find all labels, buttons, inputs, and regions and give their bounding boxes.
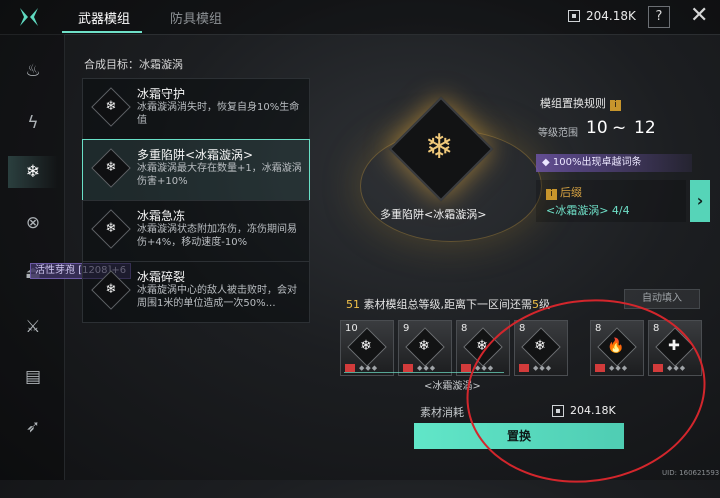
mod-card-multi-trap[interactable]: ❄ 多重陷阱<冰霜漩涡> 冰霜漩涡最大存在数量+1，冰霜漩涡伤害+10% [82, 139, 310, 201]
info-icon[interactable]: i [610, 100, 621, 111]
close-button[interactable]: ✕ [690, 5, 708, 27]
active-tab-underline [62, 31, 142, 33]
fire-icon[interactable]: ♨ [22, 60, 44, 82]
remove-material-button[interactable] [345, 364, 355, 372]
currency-display: 204.18K [568, 9, 636, 23]
game-logo-icon [18, 6, 40, 28]
suffix-progress: <冰霜漩涡> 4/4 [546, 204, 630, 217]
mod-name: 多重陷阱<冰霜漩涡> [137, 148, 254, 162]
suffix-title: i 后缀 [546, 184, 582, 200]
slot-level: 8 [461, 323, 468, 334]
level-range-min: 10 [586, 118, 608, 138]
result-mod-name: 多重陷阱<冰霜漩涡> [380, 208, 487, 221]
slot-level: 9 [403, 323, 410, 334]
chance-text: 100%出现卓越词条 [552, 157, 642, 168]
frost-mod-icon: ❄ [360, 338, 372, 354]
rules-title-text: 模组置换规则 [540, 97, 606, 110]
mod-name: 冰霜急冻 [137, 209, 186, 223]
tab-armor-mods[interactable]: 防具模组 [170, 8, 222, 27]
category-rail [0, 34, 65, 480]
mod-description: 冰霜旋涡中心的敌人被击败时，会对周围1米的单位造成一次50%… [137, 285, 297, 309]
excellent-affix-chance: ◆ 100%出现卓越词条 [536, 154, 692, 172]
user-id: UID: 160621593 [662, 469, 720, 477]
material-total-level: 51 [346, 298, 360, 311]
mod-name: 冰霜守护 [137, 87, 186, 101]
mod-name: 冰霜碎裂 [137, 270, 186, 284]
tab-weapon-mods[interactable]: 武器模组 [78, 8, 130, 27]
help-button[interactable]: ? [648, 6, 670, 28]
suffix-title-text: 后缀 [560, 186, 582, 199]
mod-description: 冰霜漩涡消失时，恢复自身10%生命值 [137, 102, 300, 126]
frost-mod-icon: ❄ [91, 148, 131, 188]
currency-value: 204.18K [586, 9, 636, 23]
material-slot[interactable]: 10 ❄ ◆◆◆ [340, 320, 394, 376]
remove-material-button[interactable] [403, 364, 413, 372]
target-icon[interactable]: ⊗ [22, 212, 44, 234]
next-arrow-button[interactable]: › [690, 180, 710, 222]
remove-material-button[interactable] [461, 364, 471, 372]
ammo-icon[interactable]: ▤ [22, 366, 44, 388]
snowflake-icon: ❄ [424, 127, 454, 167]
level-range-label: 等级范围 [538, 128, 578, 139]
frost-mod-icon: ❄ [91, 87, 131, 127]
frost-mod-icon: ❄ [418, 338, 430, 354]
swords-icon[interactable]: ⚔ [22, 316, 44, 338]
replace-rules-title: 模组置换规则 i [540, 95, 621, 111]
level-range-separator: ~ [612, 118, 627, 138]
synthesis-target-title: 合成目标：冰霜漩涡 [84, 58, 183, 71]
material-cost-label: 素材消耗 [420, 406, 464, 419]
level-range-max: 12 [634, 118, 656, 138]
lightning-icon[interactable]: ϟ [22, 112, 44, 134]
material-header-text: 素材模组总等级,距离下一区间还需 [363, 298, 533, 311]
material-slot[interactable]: 9 ❄ ◆◆◆ [398, 320, 452, 376]
material-level-header: 51 素材模组总等级,距离下一区间还需5级 [346, 296, 550, 312]
annotation-circle [454, 284, 718, 498]
mod-card-frost-guard[interactable]: ❄ 冰霜守护 冰霜漩涡消失时，恢复自身10%生命值 [82, 78, 310, 140]
frost-mod-icon: ❄ [91, 209, 131, 249]
arrow-icon[interactable]: ➶ [22, 416, 44, 438]
mod-card-frost-shatter[interactable]: ❄ 冰霜碎裂 冰霜旋涡中心的敌人被击败时，会对周围1米的单位造成一次50%… [82, 261, 310, 323]
slot-rarity-dots: ◆◆◆ [359, 364, 379, 372]
mod-card-frost-freeze[interactable]: ❄ 冰霜急冻 冰霜漩涡状态附加冻伤，冻伤期间易伤+4%，移动速度-10% [82, 200, 310, 262]
suffix-info-icon[interactable]: i [546, 189, 557, 200]
currency-icon [568, 10, 580, 22]
mod-description: 冰霜漩涡最大存在数量+1，冰霜漩涡伤害+10% [137, 163, 302, 187]
frost-icon[interactable]: ❄ [22, 161, 44, 183]
frost-mod-icon: ❄ [91, 270, 131, 310]
slot-rarity-dots: ◆◆◆ [417, 364, 437, 372]
mod-description: 冰霜漩涡状态附加冻伤，冻伤期间易伤+4%，移动速度-10% [137, 224, 297, 248]
